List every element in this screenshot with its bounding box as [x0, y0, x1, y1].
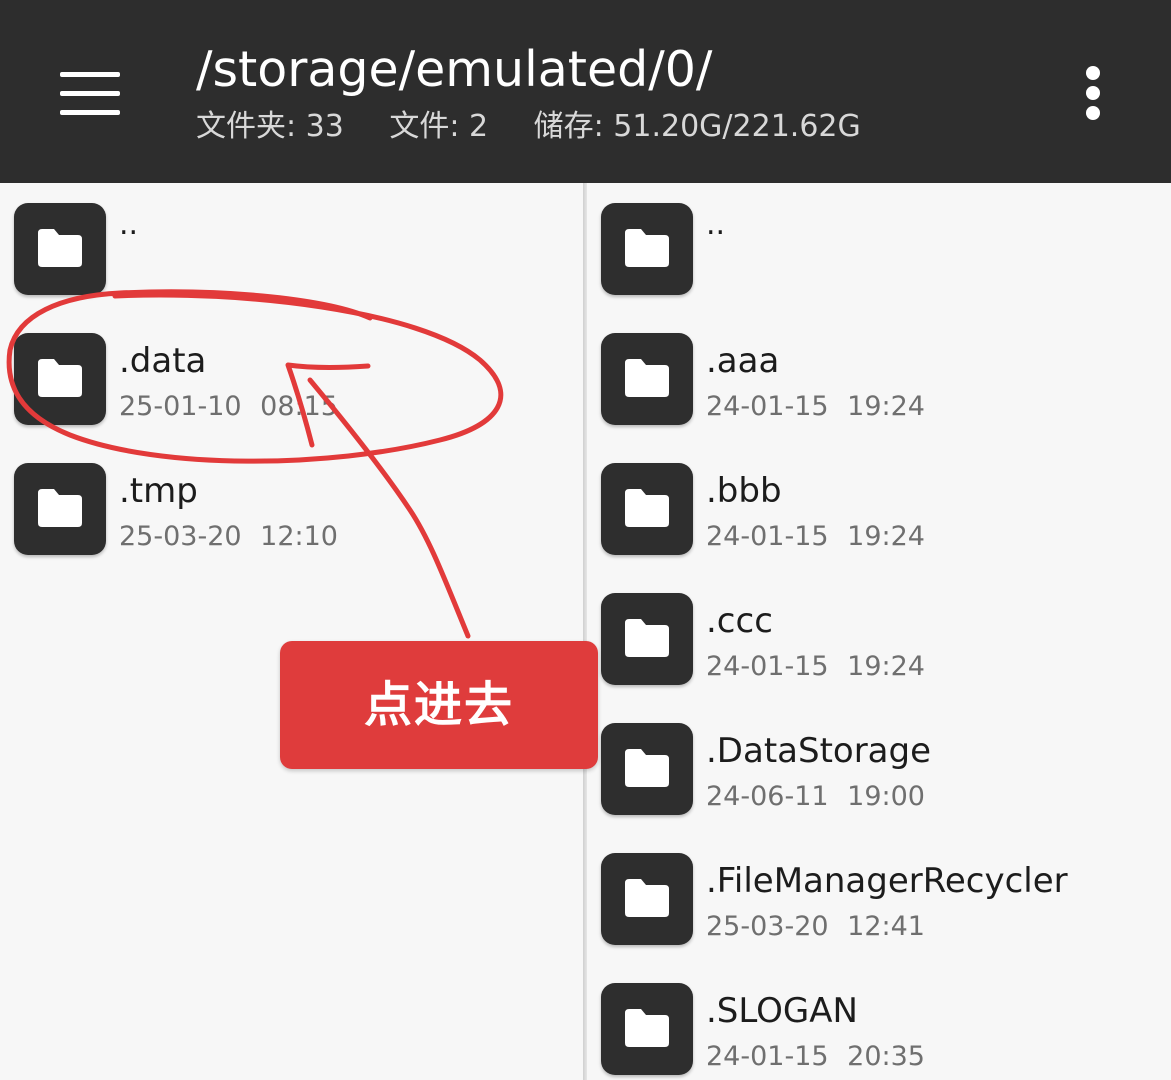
- hamburger-menu-icon[interactable]: [48, 58, 132, 130]
- folder-icon: [14, 333, 106, 425]
- list-item-ccc[interactable]: .ccc 24-01-15 19:24: [601, 593, 1161, 689]
- folder-count: 文件夹: 33: [196, 109, 344, 144]
- folder-icon: [14, 463, 106, 555]
- list-item-bbb[interactable]: .bbb 24-01-15 19:24: [601, 463, 1161, 559]
- item-date: 24-01-15 20:35: [706, 1041, 925, 1072]
- item-name: .ccc: [706, 601, 773, 641]
- current-path-title: /storage/emulated/0/: [196, 41, 713, 98]
- item-name: ..: [706, 207, 726, 242]
- folder-icon: [601, 723, 693, 815]
- item-name: .tmp: [119, 471, 198, 511]
- item-name: ..: [119, 207, 139, 242]
- item-name: .bbb: [706, 471, 782, 511]
- folder-icon: [601, 853, 693, 945]
- item-date: 25-03-20 12:10: [119, 521, 338, 552]
- item-name: .FileManagerRecycler: [706, 861, 1068, 901]
- folder-icon: [601, 593, 693, 685]
- folder-icon: [601, 203, 693, 295]
- list-item-aaa[interactable]: .aaa 24-01-15 19:24: [601, 333, 1161, 429]
- list-item-slogan[interactable]: .SLOGAN 24-01-15 20:35: [601, 983, 1161, 1079]
- item-date: 24-01-15 19:24: [706, 651, 925, 682]
- list-item-tmp[interactable]: .tmp 25-03-20 12:10: [14, 463, 574, 559]
- right-file-pane: .. .aaa 24-01-15 19:24 .bbb 24-01-15 19:…: [587, 183, 1171, 1080]
- item-date: 24-06-11 19:00: [706, 781, 925, 812]
- directory-stats: 文件夹: 33 文件: 2 储存: 51.20G/221.62G: [196, 107, 897, 147]
- folder-icon: [601, 463, 693, 555]
- item-name: .DataStorage: [706, 731, 932, 771]
- folder-icon: [14, 203, 106, 295]
- top-toolbar: /storage/emulated/0/ 文件夹: 33 文件: 2 储存: 5…: [0, 0, 1171, 183]
- list-item-parent-dir[interactable]: ..: [601, 203, 1161, 299]
- file-manager-app: /storage/emulated/0/ 文件夹: 33 文件: 2 储存: 5…: [0, 0, 1171, 1080]
- item-date: 25-03-20 12:41: [706, 911, 925, 942]
- list-item-data[interactable]: .data 25-01-10 08:15: [14, 333, 574, 429]
- item-date: 24-01-15 19:24: [706, 521, 925, 552]
- storage-usage: 储存: 51.20G/221.62G: [533, 109, 861, 144]
- item-name: .data: [119, 341, 207, 381]
- list-item-datastorage[interactable]: .DataStorage 24-06-11 19:00: [601, 723, 1161, 819]
- item-date: 24-01-15 19:24: [706, 391, 925, 422]
- list-item-filemanagerrecycler[interactable]: .FileManagerRecycler 25-03-20 12:41: [601, 853, 1161, 949]
- item-name: .aaa: [706, 341, 780, 381]
- list-item-parent-dir[interactable]: ..: [14, 203, 574, 299]
- folder-icon: [601, 333, 693, 425]
- item-date: 25-01-10 08:15: [119, 391, 338, 422]
- more-options-icon[interactable]: [1072, 62, 1114, 124]
- file-count: 文件: 2: [389, 109, 489, 144]
- item-name: .SLOGAN: [706, 991, 858, 1031]
- folder-icon: [601, 983, 693, 1075]
- annotation-callout: 点进去: [280, 641, 598, 769]
- left-file-pane: .. .data 25-01-10 08:15 .tmp 25-03-20 12…: [0, 183, 583, 1080]
